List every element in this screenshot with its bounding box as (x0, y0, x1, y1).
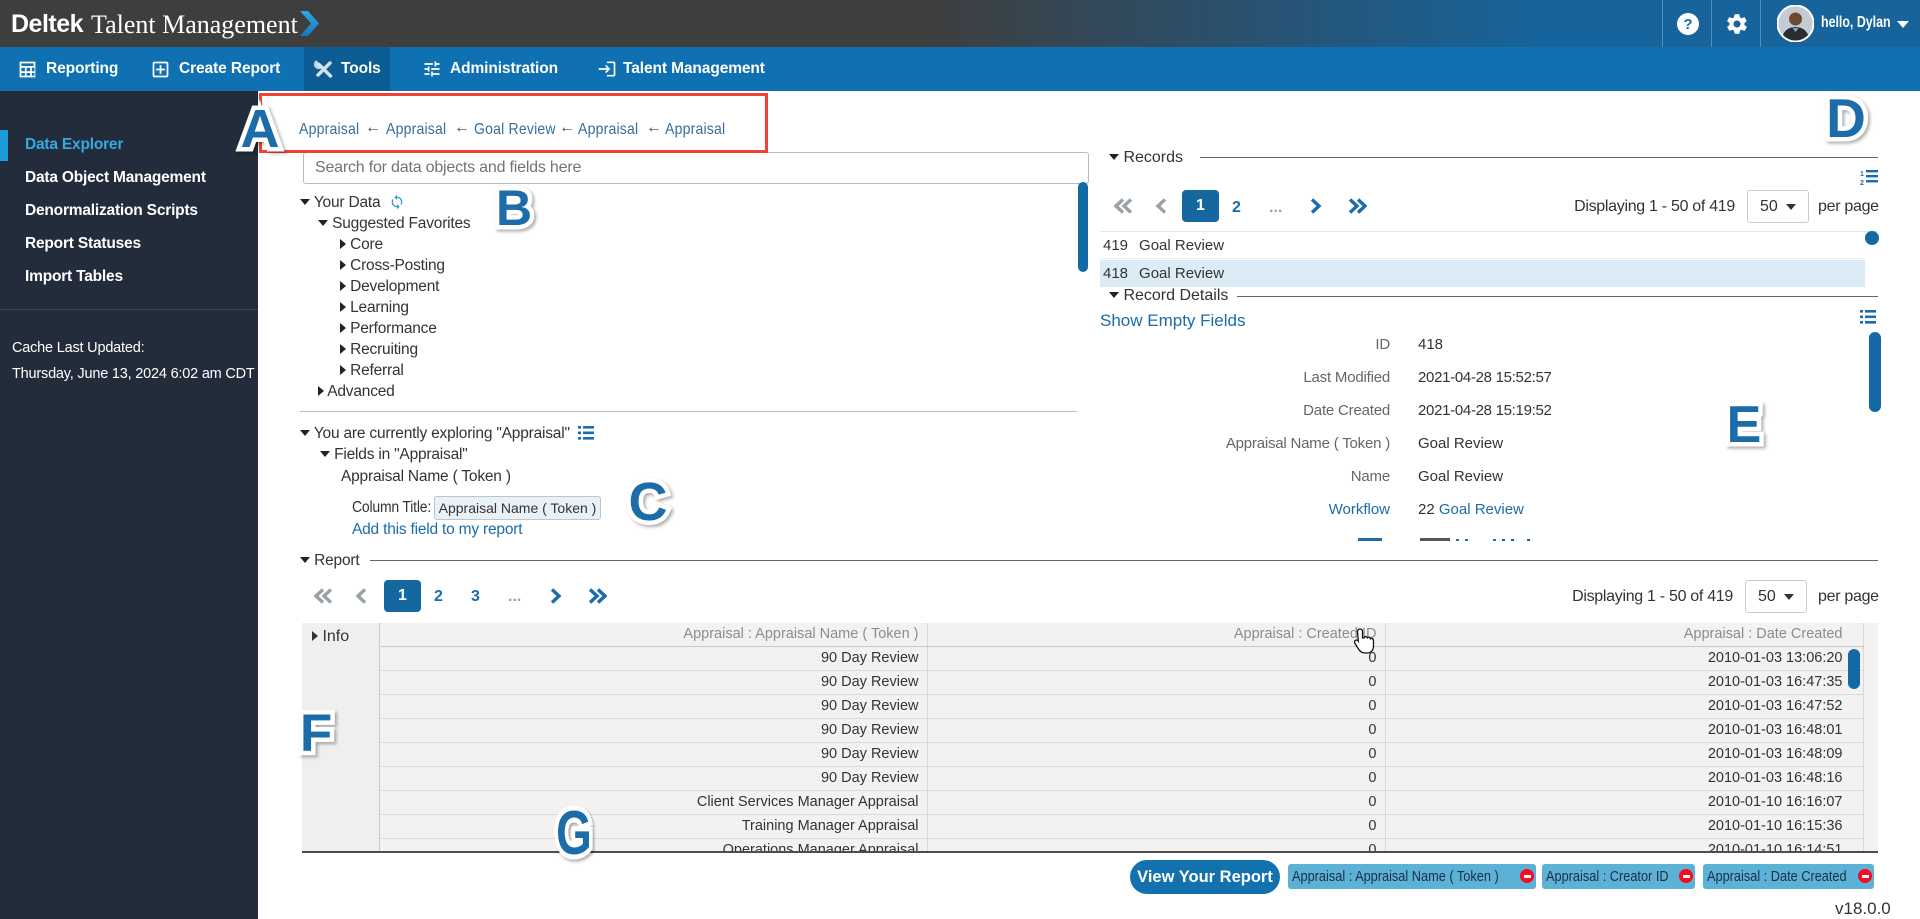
svg-text:A: A (241, 99, 280, 159)
svg-text:G: G (556, 798, 592, 867)
svg-text:2: 2 (1860, 180, 1864, 185)
svg-text:?: ? (1683, 16, 1692, 33)
svg-text:F: F (300, 704, 332, 763)
svg-text:E: E (1727, 396, 1762, 454)
svg-text:B: B (496, 180, 532, 236)
svg-text:1: 1 (1860, 171, 1864, 178)
svg-text:D: D (1826, 87, 1866, 149)
svg-text:C: C (629, 472, 668, 532)
